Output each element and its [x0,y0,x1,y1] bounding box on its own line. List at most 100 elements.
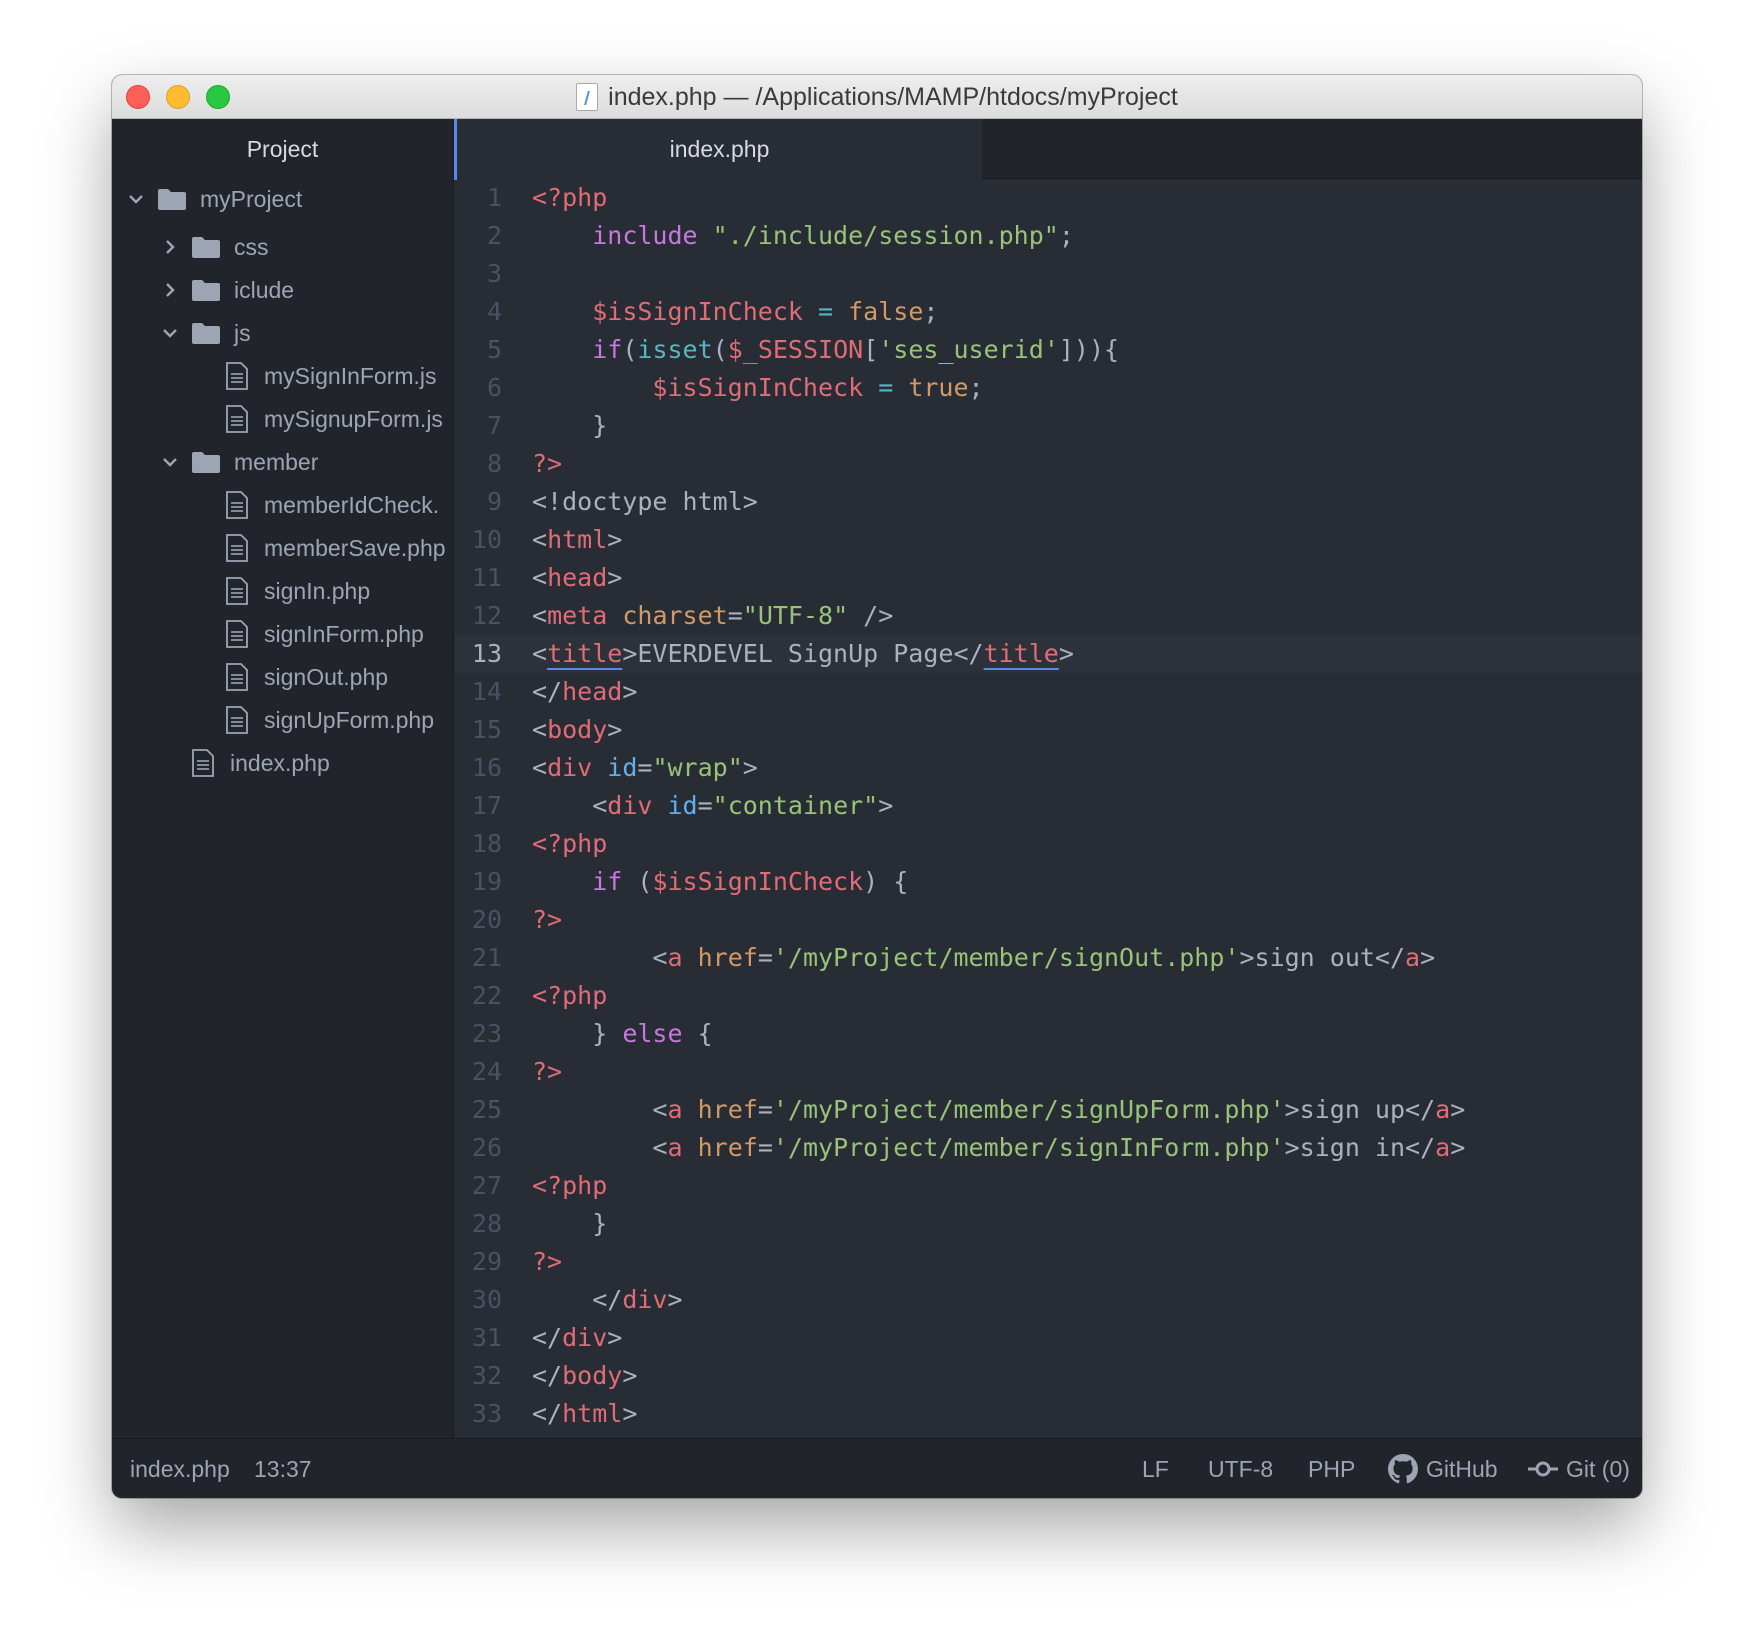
code-text: <a href='/myProject/member/signInForm.ph… [532,1133,1466,1162]
chevron-right-icon[interactable] [158,235,182,259]
tree-item-signout-php[interactable]: signOut.php [192,653,388,701]
code-line[interactable]: 27 <?php [454,1167,1642,1205]
tab-index-php[interactable]: index.php [454,119,982,180]
file-icon [226,405,248,433]
code-line[interactable]: 28 } [454,1205,1642,1243]
chevron-right-icon[interactable] [158,278,182,302]
tree-item-signin-php[interactable]: signIn.php [192,567,370,615]
code-text: ?> [532,905,563,934]
editor-window: index.php — /Applications/MAMP/htdocs/my… [112,75,1642,1498]
code-text: <title>EVERDEVEL SignUp Page</title> [532,639,1074,668]
status-line-ending[interactable]: LF [1142,1439,1169,1498]
document-icon [576,83,599,111]
line-number: 7 [486,411,502,440]
github-label: GitHub [1426,1455,1498,1482]
tree-item-signupform-php[interactable]: signUpForm.php [192,696,434,744]
code-line[interactable]: 18 <?php [454,825,1642,863]
tree-item-label: memberSave.php [264,534,446,561]
tree-item-membersave-php[interactable]: memberSave.php [192,524,446,572]
code-line[interactable]: 11 <head> [454,559,1642,597]
editor-pane: index.php 1 <?php 2 include "./include/ses… [454,119,1642,1438]
line-number: 24 [471,1057,502,1086]
line-number: 5 [486,335,502,364]
code-text: </div> [532,1323,623,1352]
tree-item-mysigninform-js[interactable]: mySignInForm.js [192,352,437,400]
code-line[interactable]: 10 <html> [454,521,1642,559]
code-line[interactable]: 26 <a href='/myProject/member/signInForm… [454,1129,1642,1167]
line-number: 8 [486,449,502,478]
code-line[interactable]: 3 [454,255,1642,293]
code-line[interactable]: 16 <div id="wrap"> [454,749,1642,787]
code-text: ?> [532,1247,563,1276]
code-line[interactable]: 23 } else { [454,1015,1642,1053]
code-line[interactable]: 31 </div> [454,1319,1642,1357]
file-icon [226,491,248,519]
chevron-down-icon[interactable] [158,450,182,474]
code-line[interactable]: 19 if ($isSignInCheck) { [454,863,1642,901]
tree-item-mysignupform-js[interactable]: mySignupForm.js [192,395,443,443]
code-line[interactable]: 13 <title>EVERDEVEL SignUp Page</title> [454,635,1642,673]
code-line[interactable]: 20 ?> [454,901,1642,939]
code-line[interactable]: 33 </html> [454,1395,1642,1433]
code-line[interactable]: 4 $isSignInCheck = false; [454,293,1642,331]
code-line[interactable]: 5 if(isset($_SESSION['ses_userid'])){ [454,331,1642,369]
code-line[interactable]: 30 </div> [454,1281,1642,1319]
code-line[interactable]: 21 <a href='/myProject/member/signOut.ph… [454,939,1642,977]
code-line[interactable]: 17 <div id="container"> [454,787,1642,825]
tree-item-js[interactable]: js [158,309,251,357]
line-number: 26 [471,1133,502,1162]
tree-item-myproject[interactable]: myProject [124,175,302,223]
tree-item-signinform-php[interactable]: signInForm.php [192,610,424,658]
tree-item-memberidcheck[interactable]: memberIdCheck. [192,481,439,529]
code-line[interactable]: 8 ?> [454,445,1642,483]
tree-item-css[interactable]: css [158,223,269,271]
status-encoding[interactable]: UTF-8 [1208,1439,1273,1498]
chevron-down-icon[interactable] [158,321,182,345]
line-number: 16 [471,753,502,782]
code-line[interactable]: 14 </head> [454,673,1642,711]
code-line[interactable]: 9 <!doctype html> [454,483,1642,521]
chevron-down-icon[interactable] [124,187,148,211]
git-commit-icon [1528,1461,1558,1477]
code-text: </div> [532,1285,683,1314]
code-line[interactable]: 22 <?php [454,977,1642,1015]
status-git-button[interactable]: Git (0) [1528,1439,1630,1498]
tree-item-member[interactable]: member [158,438,318,486]
code-line[interactable]: 24 ?> [454,1053,1642,1091]
code-line[interactable]: 15 <body> [454,711,1642,749]
file-icon [226,663,248,691]
code-line[interactable]: 12 <meta charset="UTF-8" /> [454,597,1642,635]
tree-item-iclude[interactable]: iclude [158,266,294,314]
status-grammar[interactable]: PHP [1308,1439,1355,1498]
code-line[interactable]: 7 } [454,407,1642,445]
code-text: <?php [532,981,608,1010]
status-github-button[interactable]: GitHub [1388,1439,1498,1498]
folder-icon [192,236,220,258]
folder-icon [158,188,186,210]
code-area[interactable]: 1 <?php 2 include "./include/session.php";… [454,179,1642,1433]
status-cursor-position[interactable]: 13:37 [254,1439,312,1498]
code-line[interactable]: 25 <a href='/myProject/member/signUpForm… [454,1091,1642,1129]
code-text: $isSignInCheck = true; [652,373,984,402]
window-title: index.php — /Applications/MAMP/htdocs/my… [608,82,1178,111]
tree-item-label: member [234,448,319,475]
code-line[interactable]: 29 ?> [454,1243,1642,1281]
github-icon [1388,1454,1418,1484]
line-number: 11 [471,563,502,592]
code-text: } else { [532,1019,713,1048]
status-file-name[interactable]: index.php [130,1439,230,1498]
code-line[interactable]: 2 include "./include/session.php"; [454,217,1642,255]
line-number: 3 [486,259,502,288]
tree-item-index-php[interactable]: index.php [158,739,330,787]
line-number: 30 [471,1285,502,1314]
code-line[interactable]: 32 </body> [454,1357,1642,1395]
code-text: if(isset($_SESSION['ses_userid'])){ [592,335,1120,364]
code-line[interactable]: 6 $isSignInCheck = true; [454,369,1642,407]
code-line[interactable]: 1 <?php [454,179,1642,217]
line-number: 13 [471,639,502,668]
code-text: $isSignInCheck = false; [592,297,939,326]
tree-item-label: myProject [200,185,303,212]
code-text: <a href='/myProject/member/signOut.php'>… [532,943,1436,972]
